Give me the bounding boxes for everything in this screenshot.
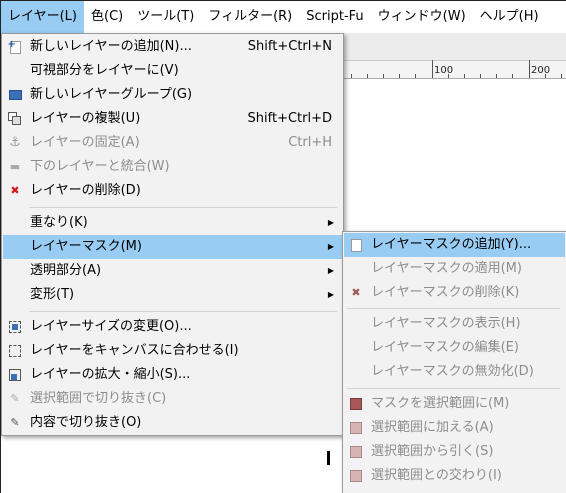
menu-help[interactable]: ヘルプ(H) xyxy=(473,1,546,33)
fit-canvas-icon xyxy=(8,344,22,358)
menu-item-new-layer[interactable]: + 新しいレイヤーの追加(N)... Shift+Ctrl+N xyxy=(3,35,342,59)
canvas-toolbar-area xyxy=(343,33,566,61)
menu-colors[interactable]: 色(C) xyxy=(84,1,130,33)
layer-boundary-icon xyxy=(8,320,22,334)
anchor-icon: ⚓ xyxy=(9,135,21,150)
mask-to-selection-icon xyxy=(349,397,363,411)
submenu-arrow-icon: ▶ xyxy=(327,242,334,251)
duplicate-layer-icon xyxy=(8,112,22,126)
menu-item-stack[interactable]: 重なり(K) ▶ xyxy=(3,211,342,235)
menu-item-layer-boundary-size[interactable]: レイヤーサイズの変更(O)... xyxy=(3,315,342,339)
add-mask-icon xyxy=(349,238,363,252)
new-layer-icon: + xyxy=(8,39,22,54)
merge-down-icon: ▬ xyxy=(9,160,21,173)
submenu-arrow-icon: ▶ xyxy=(327,290,334,299)
menu-separator xyxy=(29,207,337,208)
scale-layer-icon xyxy=(8,368,22,382)
subtract-selection-icon xyxy=(349,445,363,459)
canvas-edge-mark xyxy=(327,451,330,465)
layer-mask-submenu: レイヤーマスクの追加(Y)... レイヤーマスクの適用(M) ✖ レイヤーマスク… xyxy=(342,231,566,493)
menu-item-delete-layer-mask[interactable]: ✖ レイヤーマスクの削除(K) xyxy=(344,281,565,305)
horizontal-ruler[interactable]: 100 200 xyxy=(343,60,566,79)
intersect-selection-icon xyxy=(349,469,363,483)
menu-item-subtract-from-selection[interactable]: 選択範囲から引く(S) xyxy=(344,440,565,464)
menu-item-mask-to-selection[interactable]: マスクを選択範囲に(M) xyxy=(344,392,565,416)
add-to-selection-icon xyxy=(349,421,363,435)
menu-item-visible-to-layer[interactable]: 可視部分をレイヤーに(V) xyxy=(3,59,342,83)
submenu-arrow-icon: ▶ xyxy=(327,218,334,227)
new-layer-group-icon xyxy=(8,88,22,102)
ruler-label-200: 200 xyxy=(531,65,551,76)
menu-separator xyxy=(29,311,337,312)
menu-item-scale-layer[interactable]: レイヤーの拡大・縮小(S)... xyxy=(3,363,342,387)
menu-item-merge-down[interactable]: ▬ 下のレイヤーと統合(W) xyxy=(3,155,342,179)
menu-item-layer-to-image-size[interactable]: レイヤーをキャンバスに合わせる(I) xyxy=(3,339,342,363)
menu-item-add-to-selection[interactable]: 選択範囲に加える(A) xyxy=(344,416,565,440)
menu-separator xyxy=(347,388,560,389)
menu-item-crop-to-content[interactable]: ✎ 内容で切り抜き(O) xyxy=(3,411,342,435)
menu-item-edit-layer-mask[interactable]: レイヤーマスクの編集(E) xyxy=(344,336,565,360)
menu-separator xyxy=(347,308,560,309)
layer-menu: + 新しいレイヤーの追加(N)... Shift+Ctrl+N 可視部分をレイヤ… xyxy=(1,33,344,436)
menu-filters[interactable]: フィルター(R) xyxy=(201,1,299,33)
menu-item-layer-mask[interactable]: レイヤーマスク(M) ▶ xyxy=(3,235,342,259)
menu-item-new-layer-group[interactable]: 新しいレイヤーグループ(G) xyxy=(3,83,342,107)
ruler-label-100: 100 xyxy=(434,65,454,76)
submenu-arrow-icon: ▶ xyxy=(327,266,334,275)
menu-tools[interactable]: ツール(T) xyxy=(130,1,201,33)
menu-item-intersect-with-selection[interactable]: 選択範囲との交わり(I) xyxy=(344,464,565,488)
menubar: レイヤー(L) 色(C) ツール(T) フィルター(R) Script-Fu ウ… xyxy=(1,1,566,33)
menu-script-fu[interactable]: Script-Fu xyxy=(299,1,370,33)
menu-item-transparency[interactable]: 透明部分(A) ▶ xyxy=(3,259,342,283)
delete-mask-icon: ✖ xyxy=(351,286,361,299)
menu-item-duplicate-layer[interactable]: レイヤーの複製(U) Shift+Ctrl+D xyxy=(3,107,342,131)
crop-selection-icon: ✎ xyxy=(10,392,20,405)
menu-item-add-layer-mask[interactable]: レイヤーマスクの追加(Y)... xyxy=(344,233,565,257)
menu-item-disable-layer-mask[interactable]: レイヤーマスクの無効化(D) xyxy=(344,360,565,384)
crop-content-icon: ✎ xyxy=(10,416,20,429)
menu-item-delete-layer[interactable]: ✖ レイヤーの削除(D) xyxy=(3,179,342,203)
menu-item-apply-layer-mask[interactable]: レイヤーマスクの適用(M) xyxy=(344,257,565,281)
delete-icon: ✖ xyxy=(10,184,20,197)
menu-item-anchor-layer[interactable]: ⚓ レイヤーの固定(A) Ctrl+H xyxy=(3,131,342,155)
menu-item-transform[interactable]: 変形(T) ▶ xyxy=(3,283,342,307)
menu-layer[interactable]: レイヤー(L) xyxy=(1,1,84,33)
menu-item-show-layer-mask[interactable]: レイヤーマスクの表示(H) xyxy=(344,312,565,336)
menu-item-crop-to-selection[interactable]: ✎ 選択範囲で切り抜き(C) xyxy=(3,387,342,411)
menu-windows[interactable]: ウィンドウ(W) xyxy=(371,1,473,33)
